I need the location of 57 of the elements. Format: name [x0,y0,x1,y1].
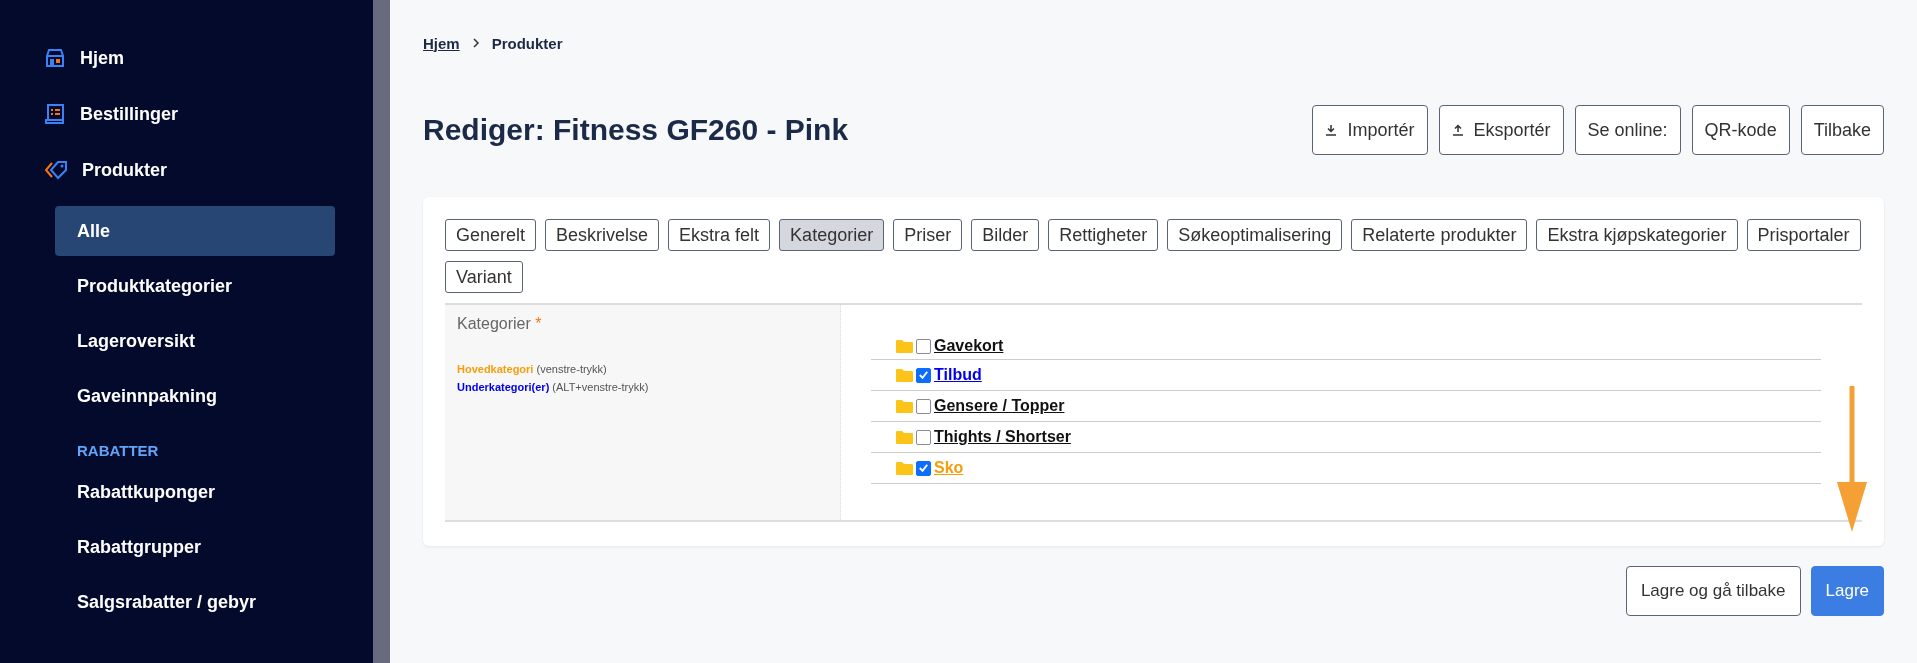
house-icon [44,47,66,69]
receipt-icon [44,103,66,125]
required-mark: * [535,315,542,332]
nav-item[interactable]: Produkter [0,142,373,198]
tab[interactable]: Variant [445,261,523,293]
checkbox[interactable] [916,338,931,354]
nav-item[interactable]: Rabattgrupper [55,522,335,572]
tab[interactable]: Ekstra kjøpskategorier [1536,219,1738,251]
tab[interactable]: Kategorier [779,219,885,251]
page-title: Rediger: Fitness GF260 - Pink [423,113,849,147]
nav-item[interactable]: Produktkategorier [55,261,335,311]
folder-icon [896,430,913,444]
tab[interactable]: Prisportaler [1746,219,1861,251]
tab[interactable]: Ekstra felt [668,219,771,251]
header-button[interactable]: Tilbake [1800,105,1884,155]
checkbox[interactable] [916,429,931,445]
nav-item[interactable]: Lageroversikt [55,316,335,366]
tab[interactable]: Bilder [971,219,1040,251]
folder-icon [896,368,913,382]
folder-icon [896,339,913,353]
category-link[interactable]: Thights / Shortser [934,428,1071,446]
tab[interactable]: Beskrivelse [545,219,660,251]
legend-line: Underkategori(er) (ALT+venstre-trykk) [457,379,650,395]
checkbox[interactable] [916,398,931,414]
folder-icon [896,461,913,475]
tab[interactable]: Relaterte produkter [1351,219,1528,251]
breadcrumb-current: Produkter [491,34,563,52]
nav-item[interactable]: Hjem [0,30,373,86]
tab[interactable]: Priser [893,219,963,251]
nav-item[interactable]: Bestillinger [0,86,373,142]
checkbox[interactable] [916,367,931,383]
chevron-right-icon [471,38,480,48]
nav-item[interactable]: Rabattkuponger [55,467,335,517]
save-and-back-button[interactable]: Lagre og gå tilbake [1625,566,1801,616]
header-button[interactable]: Importér [1312,105,1428,155]
nav-item[interactable]: Salgsrabatter / gebyr [55,577,335,627]
header-button[interactable]: QR-kode [1691,105,1790,155]
section-header: RABATTER [76,440,160,461]
tag-icon [44,159,68,181]
folder-icon [896,399,913,413]
upload-icon [1451,124,1464,136]
field-label: Kategorier [457,315,531,332]
legend-line: Hovedkategori (venstre-trykk) [457,362,608,377]
tab[interactable]: Rettigheter [1048,219,1159,251]
save-button[interactable]: Lagre [1810,566,1884,616]
header-button[interactable]: Eksportér [1438,105,1564,155]
download-icon [1325,124,1338,136]
tab[interactable]: Generelt [445,219,537,251]
category-link[interactable]: Gensere / Topper [934,397,1065,415]
category-link[interactable]: Tilbud [934,366,982,384]
breadcrumb-link[interactable]: Hjem [423,34,460,52]
tab[interactable]: Søkeoptimalisering [1167,219,1343,251]
nav-item[interactable]: Gaveinnpakning [55,371,335,421]
header-button[interactable]: Se online: [1574,105,1681,155]
checkbox[interactable] [916,460,931,476]
nav-item[interactable]: Alle [55,206,335,256]
category-link[interactable]: Gavekort [934,337,1004,355]
